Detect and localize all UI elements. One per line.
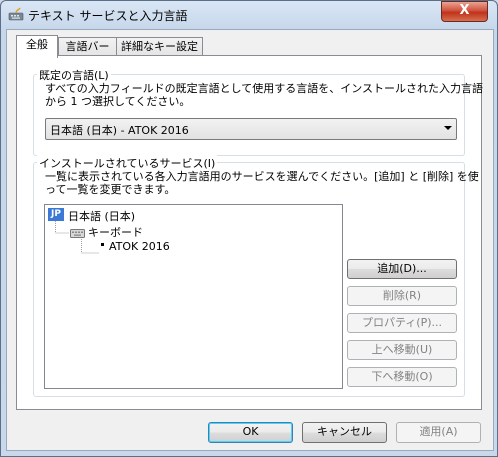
- window-title: テキスト サービスと入力言語: [28, 9, 188, 23]
- apply-button[interactable]: 適用(A): [396, 422, 481, 443]
- dropdown-arrow-icon: [444, 126, 452, 130]
- title-bar[interactable]: テキスト サービスと入力言語 X: [0, 0, 498, 28]
- tab-language-bar[interactable]: 言語バー: [58, 37, 117, 57]
- tab-general[interactable]: 全般: [16, 35, 58, 58]
- installed-services-description: 一覧に表示されている各入力言語用のサービスを選んでください。[追加] と [削除…: [45, 170, 479, 183]
- services-tree[interactable]: JP 日本語 (日本) キーボード ATOK 2016: [44, 204, 343, 389]
- properties-button[interactable]: プロパティ(P)...: [347, 313, 457, 333]
- cancel-button[interactable]: キャンセル: [302, 422, 387, 443]
- ok-button[interactable]: OK: [208, 422, 293, 443]
- default-language-dropdown[interactable]: 日本語 (日本) - ATOK 2016: [45, 118, 457, 140]
- add-button[interactable]: 追加(D)...: [347, 259, 457, 279]
- keyboard-icon: [70, 229, 85, 238]
- close-icon: X: [459, 3, 470, 18]
- remove-button[interactable]: 削除(R): [347, 286, 457, 306]
- japanese-language-icon: JP: [48, 208, 64, 221]
- tab-label: 全般: [26, 38, 48, 51]
- tab-label: 言語バー: [65, 40, 110, 53]
- default-language-description: すべての入力フィールドの既定言語として使用する言語を、インストールされた入力言語: [45, 82, 484, 95]
- close-button[interactable]: X: [441, 1, 488, 22]
- tab-advanced-key-settings[interactable]: 詳細なキー設定: [116, 37, 203, 57]
- keyboard-app-icon: [8, 7, 24, 21]
- tab-label: 詳細なキー設定: [121, 40, 198, 53]
- bullet-icon: [101, 243, 104, 246]
- move-down-button[interactable]: 下へ移動(O): [347, 367, 457, 387]
- move-up-button[interactable]: 上へ移動(U): [347, 340, 457, 360]
- installed-services-description-2: って一覧を変更できます。: [45, 183, 176, 196]
- default-language-description-2: から 1 つ選択してください。: [45, 95, 191, 108]
- installed-services-label: インストールされているサービス(I): [37, 155, 218, 171]
- tree-item-keyboard[interactable]: キーボード: [88, 224, 143, 240]
- dropdown-selected-value: 日本語 (日本) - ATOK 2016: [50, 124, 189, 137]
- default-language-label: 既定の言語(L): [37, 67, 111, 83]
- tree-item-atok[interactable]: ATOK 2016: [109, 240, 170, 253]
